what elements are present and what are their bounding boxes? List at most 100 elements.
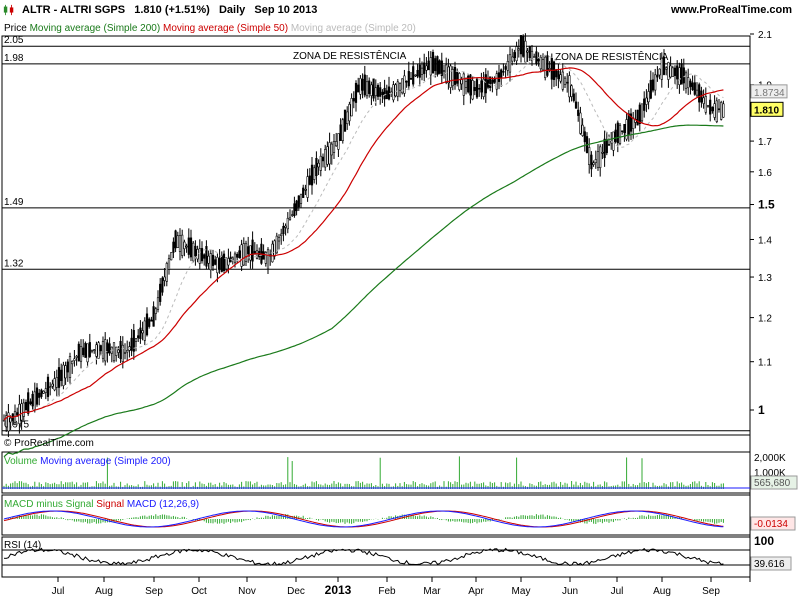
candle-body [491,79,494,84]
candle-body [117,349,120,353]
candle-body [614,129,617,142]
candle-body [689,80,692,87]
x-tick-label: Apr [468,586,484,597]
x-tick-label: Oct [191,586,207,597]
candle-body [86,343,89,363]
candle-body [414,74,417,77]
candle-body [192,242,195,262]
candle-body [713,103,716,118]
candle-body [387,86,391,100]
candle-body [539,57,542,70]
candle-body [123,352,127,354]
candle-body [152,306,155,327]
candle-body [594,159,597,163]
candle-body [150,319,153,322]
candle-body [183,241,186,250]
candle-body [339,124,342,141]
price-chart[interactable]: 2.11.91.81.71.61.51.41.31.21.112.051.981… [0,0,800,600]
candle-body [418,64,421,78]
y-tick-label: 1.4 [758,235,772,246]
candle-body [16,412,19,416]
candle-body [161,277,164,293]
candle-body [233,253,237,263]
candle-body [425,65,428,71]
candle-body [374,87,377,97]
y-tick-label: 1.1 [758,358,772,369]
candle-body [568,75,571,98]
candle-body [335,141,338,147]
candle-body [181,234,184,256]
candle-body [621,130,624,133]
candle-body [548,68,551,70]
macd-histogram [3,514,724,524]
candle-body [623,123,626,134]
candle-body [330,143,333,156]
candle-body [640,103,644,122]
rsi-panel-frame [1,536,751,578]
candle-body [40,389,43,397]
candle-body [660,57,663,80]
candle-body [178,235,182,252]
candle-body [220,255,223,272]
candle-body [658,68,661,76]
candle-body [359,78,362,95]
candle-body [143,320,146,341]
x-tick-label: Dec [287,586,305,597]
candle-body [638,104,641,125]
x-tick-label: May [512,586,531,597]
candle-body [669,65,672,78]
candle-body [357,84,360,93]
candle-body [588,147,591,165]
candle-body [627,113,630,135]
candle-body [530,50,534,61]
candle-body [720,102,723,120]
candle-body [240,244,243,267]
candle-body [154,308,157,314]
candle-body [368,80,371,94]
candle-body [24,401,28,410]
candle-body [442,70,446,72]
candle-body [141,330,144,334]
candle-body [156,297,160,310]
candle-body [563,77,567,85]
candle-body [436,56,439,75]
candle-body [95,344,98,357]
candle-body [502,70,505,73]
candle-body [493,78,496,83]
candle-body [495,73,498,90]
candle-body [671,67,674,77]
candle-body [214,259,217,265]
x-tick-label: Aug [653,586,671,597]
candle-body [200,248,204,262]
candle-body [99,345,102,352]
candle-body [654,74,657,91]
candle-body [702,97,705,104]
candle-body [577,109,580,116]
candle-body [297,195,300,208]
candle-body [484,74,487,94]
candle-body [667,62,670,80]
candle-body [524,40,527,63]
candle-body [266,249,270,270]
y-tick-label: 1.3 [758,273,772,284]
candle-body [559,74,562,82]
candle-body [284,225,287,228]
candle-body [590,154,593,170]
candle-body [9,417,12,423]
candle-body [238,250,241,258]
candle-body [361,78,364,91]
candle-body [464,81,468,88]
candle-body [90,349,94,352]
candle-body [434,58,437,72]
volume-legend: Volume Moving average (Simple 200) [4,456,171,467]
candle-body [324,149,327,168]
candle-body [73,358,76,361]
candle-body [82,347,85,356]
candle-body [592,162,595,165]
candle-body [346,111,349,125]
candle-body [722,103,725,118]
candle-body [130,337,133,351]
candle-body [458,73,461,90]
candle-body [451,69,454,87]
candle-body [79,345,83,362]
